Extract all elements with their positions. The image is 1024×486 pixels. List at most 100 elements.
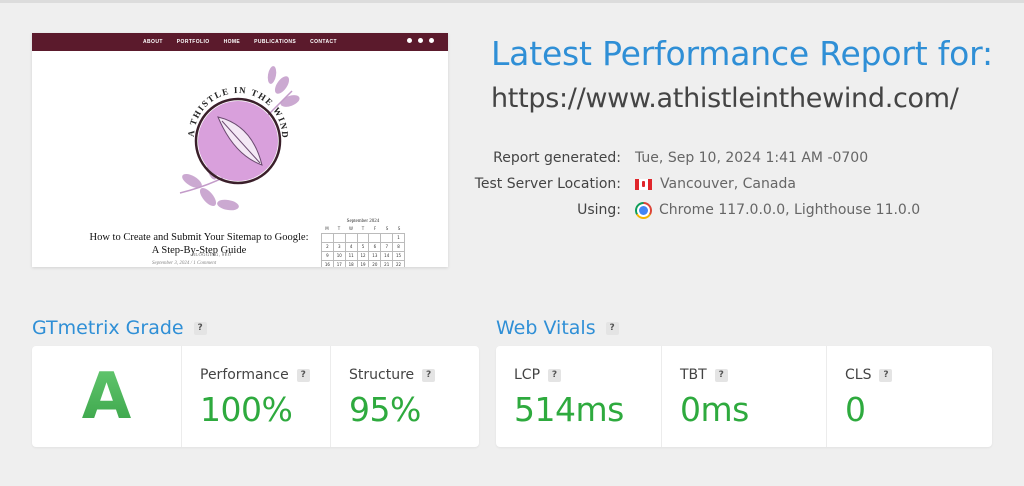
calendar-day-cell: 13 [369,252,382,261]
using-text: Chrome 117.0.0.0, Lighthouse 11.0.0 [659,202,921,218]
thumbnail-post-meta: September 3, 2024 / 1 Comment [152,261,217,266]
grade-letter: A [32,346,181,447]
calendar-day-cell: 4 [345,243,358,252]
cls-label-row: CLS ? [845,367,893,383]
question-badge-icon[interactable]: ? [193,321,207,335]
calendar-weekday: M [325,226,329,231]
performance-cell: Performance ? 100% [181,346,330,447]
thumbnail-social-icons [407,38,434,43]
web-vitals-title: Web Vitals [496,317,596,339]
question-badge-icon[interactable]: ? [548,368,562,382]
tbt-label-row: TBT ? [680,367,728,383]
calendar-day-cell: 14 [381,252,394,261]
performance-value: 100% [200,390,293,429]
calendar-day-cell: 9 [322,252,334,261]
calendar-day-cell: 20 [369,261,382,267]
tbt-cell: TBT ? 0ms [661,346,826,447]
calendar-day-cell: 7 [381,243,394,252]
gtmetrix-grade-card: A Performance ? 100% Structure ? 95% [32,346,479,447]
calendar-title: September 2024 [346,219,380,224]
web-vitals-heading: Web Vitals ? [496,317,619,339]
structure-label: Structure [349,367,415,383]
calendar-weekday: S [385,226,389,231]
calendar-weekday-row: M T W T F S S [321,226,405,231]
cls-value: 0 [845,390,866,429]
performance-label: Performance [200,367,289,383]
thumbnail-nav-item: PUBLICATIONS [254,39,297,45]
calendar-day-cell [333,234,346,243]
chrome-icon [635,201,652,219]
thumbnail-nav-bar: ABOUT PORTFOLIO HOME PUBLICATIONS CONTAC… [32,33,448,51]
structure-label-row: Structure ? [349,367,436,383]
gtmetrix-grade-heading: GTmetrix Grade ? [32,317,207,339]
calendar-weekday: T [361,226,365,231]
cls-cell: CLS ? 0 [826,346,992,447]
lcp-cell: LCP ? 514ms [496,346,661,447]
calendar-day-cell: 6 [369,243,382,252]
page-screenshot-thumbnail[interactable]: ABOUT PORTFOLIO HOME PUBLICATIONS CONTAC… [32,33,448,267]
calendar-weekday: F [373,226,377,231]
calendar-day-cell: 2 [322,243,334,252]
structure-cell: Structure ? 95% [330,346,479,447]
question-badge-icon[interactable]: ? [879,368,893,382]
report-title: Latest Performance Report for: [491,34,993,73]
calendar-day-cell: 18 [346,261,358,267]
top-divider [0,0,1024,3]
report-info: Report generated: Tue, Sep 10, 2024 1:41… [420,145,920,223]
grade-cell: A [32,346,181,447]
calendar-day-cell [369,234,382,243]
thumbnail-nav-item: CONTACT [310,39,337,45]
calendar-weekday: S [397,226,401,231]
test-location-label: Test Server Location: [474,176,621,192]
calendar-day-cell [345,234,358,243]
using-value: Chrome 117.0.0.0, Lighthouse 11.0.0 [635,201,921,219]
thumbnail-nav-item: PORTFOLIO [176,39,210,45]
calendar-day-cell: 19 [358,261,370,267]
canada-flag-icon [635,178,652,190]
performance-label-row: Performance ? [200,367,310,383]
thistle-logo-icon: A THISTLE IN THE WIND [179,66,300,211]
calendar-grid: 1 2 3 4 5 6 7 8 9 10 11 12 13 14 15 16 17 18 19 20 21 22 [321,233,405,267]
cls-label: CLS [845,367,872,383]
calendar-day-cell: 17 [334,261,346,267]
calendar-day-cell: 5 [357,243,370,252]
report-url[interactable]: https://www.athistleinthewind.com/ [491,83,959,114]
test-location-row: Test Server Location: Vancouver, Canada [420,171,920,197]
question-badge-icon[interactable]: ? [422,368,436,382]
calendar-day-cell: 1 [393,234,405,243]
structure-value: 95% [349,390,421,429]
test-location-value: Vancouver, Canada [635,176,796,192]
tbt-label: TBT [680,367,707,383]
gtmetrix-grade-title: GTmetrix Grade [32,317,184,339]
report-generated-label: Report generated: [493,150,621,166]
calendar-weekday: T [337,226,341,231]
question-badge-icon[interactable]: ? [605,321,619,335]
lcp-label: LCP [514,367,541,383]
calendar-day-cell [322,234,334,243]
question-badge-icon[interactable]: ? [714,368,728,382]
calendar-day-cell: 21 [381,261,394,267]
calendar-day-cell: 12 [357,252,370,261]
using-row: Using: Chrome 117.0.0.0, Lighthouse 11.0… [420,197,920,223]
calendar-day-cell [357,234,370,243]
calendar-day-cell: 8 [393,243,405,252]
lcp-value: 514ms [514,390,624,429]
question-badge-icon[interactable]: ? [296,368,310,382]
calendar-day-cell [381,234,394,243]
thumbnail-post-title: How to Create and Submit Your Sitemap to… [89,232,309,256]
report-generated-value: Tue, Sep 10, 2024 1:41 AM -0700 [635,150,869,166]
twitter-icon [407,38,412,43]
test-location-text: Vancouver, Canada [660,176,796,192]
tbt-value: 0ms [680,390,749,429]
report-generated-row: Report generated: Tue, Sep 10, 2024 1:41… [420,145,920,171]
calendar-day-cell: 16 [322,261,334,267]
calendar-day-cell: 15 [393,252,405,261]
calendar-day-cell: 22 [393,261,405,267]
instagram-icon [418,38,423,43]
thumbnail-logo: A THISTLE IN THE WIND [172,55,302,223]
thumbnail-nav-item: ABOUT [143,39,163,45]
calendar-day-cell: 11 [345,252,358,261]
calendar-weekday: W [349,226,353,231]
pinterest-icon [429,38,434,43]
thumbnail-calendar: September 2024 M T W T F S S 1 2 3 4 5 6 7 8 9 10… [321,219,405,267]
